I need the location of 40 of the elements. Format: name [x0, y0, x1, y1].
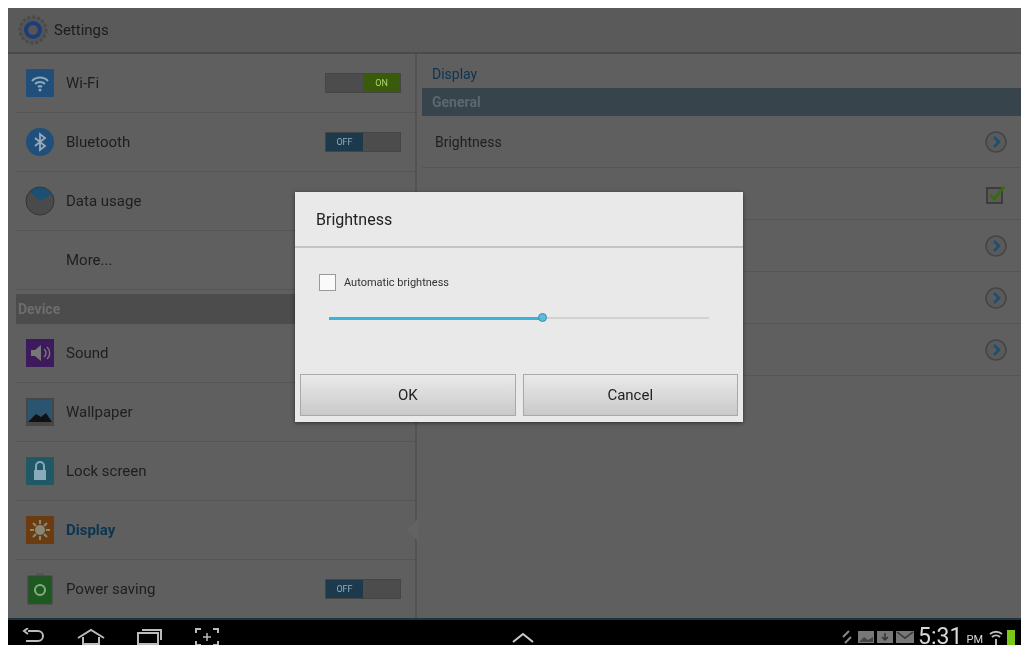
wifi-icon: [25, 68, 55, 98]
landscape-icon: [25, 397, 55, 427]
screenshot-button[interactable]: [194, 626, 220, 645]
chevron-circle-icon[interactable]: [985, 286, 1007, 309]
mail-icon: [896, 630, 915, 643]
toggle-switch[interactable]: ON: [325, 73, 401, 93]
back-button[interactable]: [22, 627, 46, 645]
bluetooth-icon: [25, 127, 55, 157]
battery-icon: [1007, 627, 1015, 645]
sidebar-item[interactable]: Wi-Fi ON: [16, 54, 415, 113]
detail-title: Display: [431, 65, 479, 84]
sun-icon: [25, 515, 55, 545]
pie-chart-icon: [25, 186, 55, 216]
chevron-circle-icon[interactable]: [985, 338, 1007, 361]
toggle-switch[interactable]: OFF: [325, 132, 401, 152]
gear-icon: [18, 15, 48, 45]
padlock-icon: [25, 456, 55, 486]
toggle-switch[interactable]: OFF: [325, 579, 401, 599]
recent-apps-button[interactable]: [136, 627, 164, 645]
slider-thumb[interactable]: [537, 313, 547, 322]
sync-icon: [842, 629, 855, 644]
speaker-icon: [25, 338, 55, 368]
chevron-circle-icon[interactable]: [985, 130, 1007, 153]
image-icon: [858, 630, 875, 643]
download-icon: [877, 630, 894, 643]
sidebar-item[interactable]: Bluetooth OFF: [16, 113, 415, 172]
checkbox[interactable]: [319, 274, 336, 291]
sidebar-item[interactable]: Lock screen: [16, 442, 415, 501]
setting-row[interactable]: Brightness: [422, 116, 1021, 168]
home-button[interactable]: [76, 627, 106, 645]
battery-recycle-icon: [27, 573, 53, 605]
wifi-signal-icon: [989, 628, 1003, 645]
dialog-title: Brightness: [295, 192, 743, 248]
sidebar-item[interactable]: Power saving OFF: [16, 560, 415, 618]
app-title: Settings: [54, 21, 109, 39]
chevron-circle-icon[interactable]: [985, 234, 1007, 257]
dialog-button[interactable]: Cancel: [522, 374, 738, 416]
clock-ampm: PM: [966, 633, 983, 645]
clock-time: 5:31: [918, 623, 963, 645]
dialog-button[interactable]: OK: [300, 374, 516, 416]
